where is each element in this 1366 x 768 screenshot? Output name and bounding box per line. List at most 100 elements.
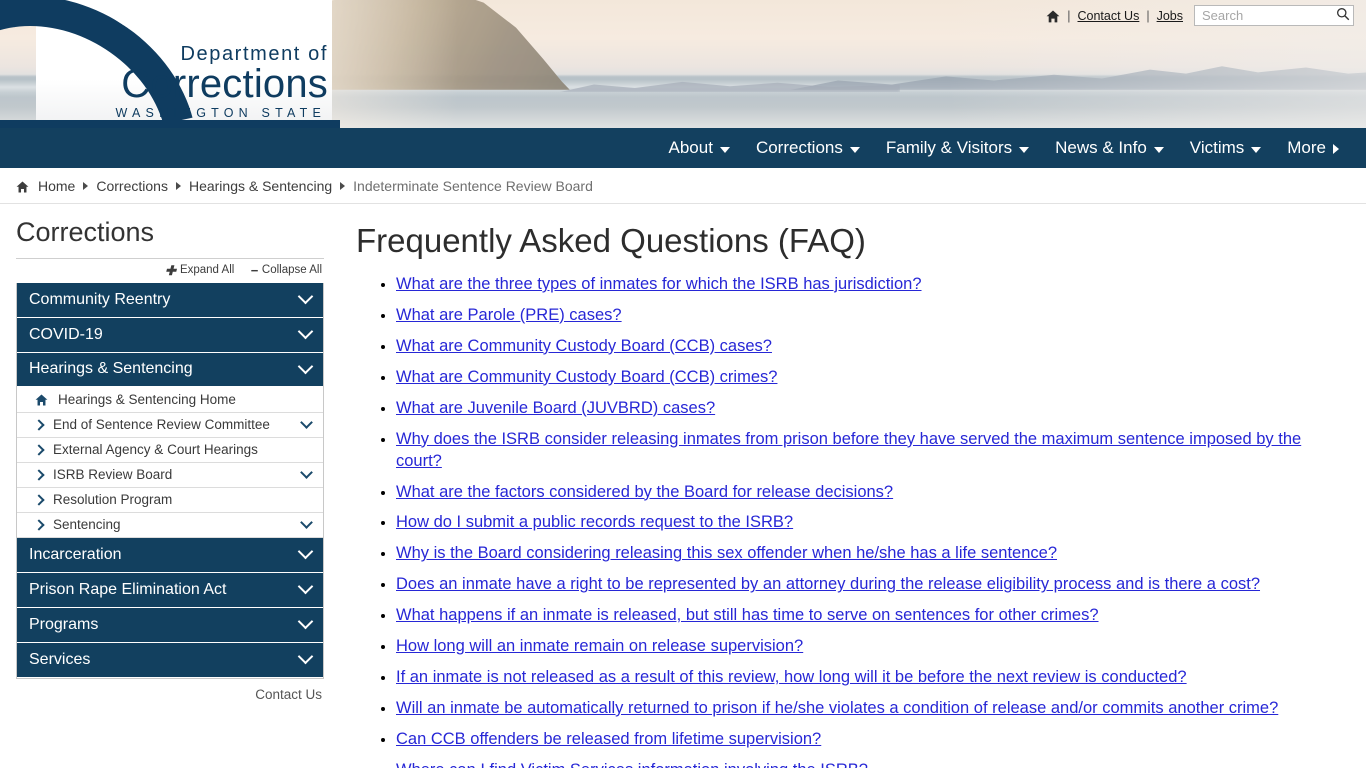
list-item: What are the factors considered by the B…	[396, 482, 1346, 504]
list-item: Where can I find Victim Services informa…	[396, 760, 1346, 768]
page-body: Corrections ✚ Expand All − Collapse All …	[0, 204, 1366, 768]
faq-link[interactable]: What are Juvenile Board (JUVBRD) cases?	[396, 399, 715, 417]
faq-link[interactable]: If an inmate is not released as a result…	[396, 668, 1187, 686]
chevron-down-icon	[300, 466, 313, 480]
sidebar-item-incarceration[interactable]: Incarceration	[17, 537, 323, 573]
list-item: What are Juvenile Board (JUVBRD) cases?	[396, 398, 1346, 420]
sidebar-item-covid-19[interactable]: COVID-19	[17, 317, 323, 353]
list-item: What are Community Custody Board (CCB) c…	[396, 336, 1346, 358]
caret-down-icon	[849, 147, 860, 153]
faq-link[interactable]: What happens if an inmate is released, b…	[396, 606, 1099, 624]
page-title: Frequently Asked Questions (FAQ)	[356, 222, 866, 259]
faq-link[interactable]: What are the three types of inmates for …	[396, 275, 922, 293]
sidebar-item-hearings-sentencing[interactable]: Hearings & Sentencing	[17, 352, 323, 388]
chevron-down-icon	[297, 648, 314, 665]
chevron-right-icon	[33, 444, 45, 456]
list-item: Why does the ISRB consider releasing inm…	[396, 429, 1346, 473]
list-item: If an inmate is not released as a result…	[396, 667, 1346, 689]
sidebar-sublabel-hearings-sentencing-home: Hearings & Sentencing Home	[58, 392, 236, 408]
faq-link[interactable]: How do I submit a public records request…	[396, 513, 793, 531]
nav-item-family-visitors[interactable]: Family & Visitors	[873, 138, 1042, 158]
faq-link[interactable]: What are Community Custody Board (CCB) c…	[396, 337, 772, 355]
nav-item-more[interactable]: More	[1274, 138, 1352, 158]
sidebar-subitem-resolution-program[interactable]: Resolution Program	[17, 487, 323, 513]
utility-bar: | Contact Us | Jobs	[1046, 5, 1354, 26]
list-item: What happens if an inmate is released, b…	[396, 605, 1346, 627]
expand-all-button[interactable]: ✚ Expand All	[165, 264, 234, 277]
sidebar: Corrections ✚ Expand All − Collapse All …	[0, 204, 340, 702]
search-input[interactable]	[1200, 7, 1332, 24]
faq-link[interactable]: Why does the ISRB consider releasing inm…	[396, 430, 1301, 470]
search-box[interactable]	[1194, 5, 1354, 26]
sidebar-sublabel-end-of-sentence-review-committee: End of Sentence Review Committee	[53, 417, 270, 433]
logo-arc-base	[0, 120, 340, 128]
home-icon	[35, 394, 48, 406]
list-item: How do I submit a public records request…	[396, 512, 1346, 534]
site-banner: Department of Corrections WASHINGTON STA…	[0, 0, 1366, 128]
sidebar-subitem-hearings-sentencing-home[interactable]: Hearings & Sentencing Home	[17, 387, 323, 413]
chevron-right-icon	[33, 494, 45, 506]
breadcrumb-item-hearings-sentencing[interactable]: Hearings & Sentencing	[189, 178, 332, 194]
sidebar-item-programs[interactable]: Programs	[17, 607, 323, 643]
sidebar-label-prison-rape-elimination-act: Prison Rape Elimination Act	[29, 580, 227, 598]
chevron-right-icon	[33, 419, 45, 431]
sidebar-label-incarceration: Incarceration	[29, 545, 122, 563]
caret-down-icon	[1251, 147, 1262, 153]
sidebar-subitem-isrb-review-board[interactable]: ISRB Review Board	[17, 462, 323, 488]
list-item: What are the three types of inmates for …	[396, 274, 1346, 296]
chevron-right-icon	[83, 181, 89, 190]
faq-link[interactable]: What are the factors considered by the B…	[396, 483, 893, 501]
nav-label-news-info: News & Info	[1055, 138, 1147, 157]
sidebar-contact-us-link[interactable]: Contact Us	[255, 687, 322, 702]
sidebar-item-community-reentry[interactable]: Community Reentry	[17, 282, 323, 318]
faq-link[interactable]: How long will an inmate remain on releas…	[396, 637, 803, 655]
faq-link[interactable]: Will an inmate be automatically returned…	[396, 699, 1278, 717]
faq-link[interactable]: Why is the Board considering releasing t…	[396, 544, 1057, 562]
logo-line-state: WASHINGTON STATE	[115, 105, 326, 120]
faq-link[interactable]: What are Parole (PRE) cases?	[396, 306, 622, 324]
nav-item-victims[interactable]: Victims	[1177, 138, 1274, 158]
sidebar-subitem-end-of-sentence-review-committee[interactable]: End of Sentence Review Committee	[17, 412, 323, 438]
minus-icon: −	[250, 262, 258, 278]
nav-item-about[interactable]: About	[656, 138, 743, 158]
search-button[interactable]	[1332, 6, 1353, 25]
faq-link[interactable]: Where can I find Victim Services informa…	[396, 761, 868, 768]
nav-label-more: More	[1287, 138, 1326, 157]
nav-item-corrections[interactable]: Corrections	[743, 138, 873, 158]
home-icon[interactable]	[1046, 10, 1060, 23]
site-logo[interactable]: Department of Corrections WASHINGTON STA…	[0, 0, 340, 128]
breadcrumb-item-corrections[interactable]: Corrections	[96, 178, 168, 194]
logo-line-corrections: Corrections	[121, 62, 328, 106]
caret-down-icon	[1019, 147, 1030, 153]
home-icon[interactable]	[16, 180, 30, 193]
chevron-down-icon	[297, 358, 314, 374]
nav-item-news-info[interactable]: News & Info	[1042, 138, 1177, 158]
chevron-down-icon	[297, 288, 314, 305]
contact-us-link[interactable]: Contact Us	[1078, 9, 1140, 23]
faq-link[interactable]: Can CCB offenders be released from lifet…	[396, 730, 821, 748]
list-item: How long will an inmate remain on releas…	[396, 636, 1346, 658]
list-item: What are Community Custody Board (CCB) c…	[396, 367, 1346, 389]
sidebar-label-covid-19: COVID-19	[29, 325, 103, 343]
collapse-all-button[interactable]: − Collapse All	[250, 264, 322, 277]
faq-link[interactable]: Does an inmate have a right to be repres…	[396, 575, 1260, 593]
nav-label-corrections: Corrections	[755, 138, 843, 157]
sidebar-item-services[interactable]: Services	[17, 642, 323, 678]
jobs-link[interactable]: Jobs	[1157, 9, 1183, 23]
utility-separator-1: |	[1067, 8, 1071, 23]
list-item: Will an inmate be automatically returned…	[396, 698, 1346, 720]
nav-label-victims: Victims	[1189, 138, 1245, 157]
sidebar-label-hearings-sentencing: Hearings & Sentencing	[29, 360, 193, 378]
sidebar-subitem-sentencing[interactable]: Sentencing	[17, 512, 323, 538]
search-icon	[1336, 7, 1350, 24]
logo-text: Department of Corrections WASHINGTON STA…	[66, 44, 328, 119]
sidebar-item-prison-rape-elimination-act[interactable]: Prison Rape Elimination Act	[17, 572, 323, 608]
faq-link[interactable]: What are Community Custody Board (CCB) c…	[396, 368, 777, 386]
breadcrumb-item-home[interactable]: Home	[38, 178, 75, 194]
chevron-down-icon	[300, 416, 313, 430]
nav-label-family-visitors: Family & Visitors	[885, 138, 1013, 157]
main-navigation: About Corrections Family & Visitors News…	[0, 128, 1366, 168]
collapse-all-label: Collapse All	[261, 264, 322, 277]
breadcrumb-item-current: Indeterminate Sentence Review Board	[353, 177, 593, 194]
sidebar-subitem-external-agency-court-hearings[interactable]: External Agency & Court Hearings	[17, 437, 323, 463]
